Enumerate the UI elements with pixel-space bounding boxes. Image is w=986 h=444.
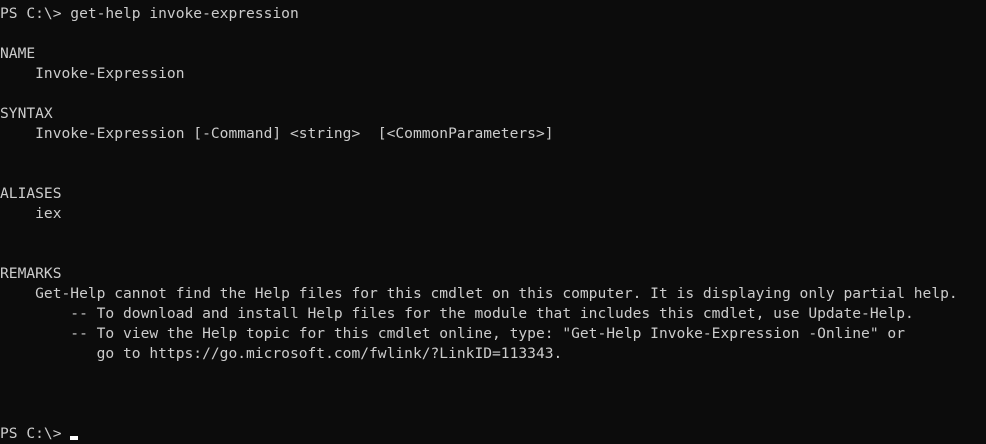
section-syntax-heading: SYNTAX	[0, 105, 53, 122]
text-cursor	[70, 436, 79, 440]
remarks-line-4: go to https://go.microsoft.com/fwlink/?L…	[0, 345, 563, 362]
section-aliases-heading: ALIASES	[0, 185, 62, 202]
remarks-line-2: -- To download and install Help files fo…	[0, 305, 914, 322]
cmdlet-name: Invoke-Expression	[0, 65, 185, 82]
syntax-line: Invoke-Expression [-Command] <string> [<…	[0, 125, 554, 142]
remarks-line-3: -- To view the Help topic for this cmdle…	[0, 325, 905, 342]
section-name-heading: NAME	[0, 45, 36, 62]
remarks-line-1: Get-Help cannot find the Help files for …	[0, 285, 958, 302]
prompt-text: PS C:\>	[0, 425, 71, 442]
powershell-console[interactable]: PS C:\> get-help invoke-expression NAME …	[0, 0, 986, 444]
section-remarks-heading: REMARKS	[0, 265, 62, 282]
alias-line: iex	[0, 205, 62, 222]
command-line: PS C:\> get-help invoke-expression	[0, 5, 299, 22]
prompt-line[interactable]: PS C:\>	[0, 424, 79, 444]
